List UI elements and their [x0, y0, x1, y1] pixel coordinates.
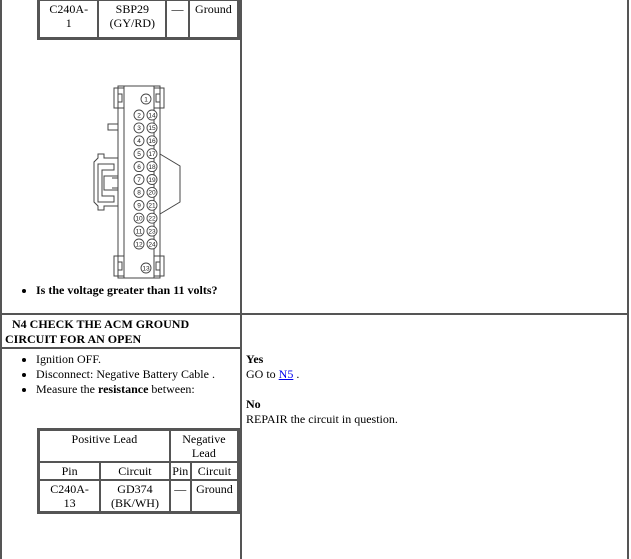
- table-subheader-row: Pin Circuit Pin Circuit: [39, 462, 238, 480]
- connector-pin-label: 4: [137, 138, 141, 145]
- instruction-item: Disconnect: Negative Battery Cable .: [36, 367, 215, 382]
- header-negative-lead: Negative Lead: [169, 430, 238, 462]
- subheader-circuit: Circuit: [100, 462, 170, 480]
- connector-pin-label: 24: [148, 241, 156, 248]
- yes-action: GO to N5 .: [246, 367, 300, 381]
- neg-pin-cell: —: [169, 480, 191, 512]
- neg-pin-cell: —: [166, 0, 189, 38]
- table-row: C240A- 1 SBP29 (GY/RD) — Ground: [39, 0, 238, 38]
- connector-pin-label: 6: [137, 164, 141, 171]
- pin-cell: C240A- 1: [39, 0, 99, 38]
- connector-pin-label: 23: [148, 228, 156, 235]
- connector-pin-label: 16: [148, 138, 156, 145]
- connector-pin-label: 21: [148, 203, 156, 210]
- connector-pin-label: 3: [137, 125, 141, 132]
- no-label: No: [246, 397, 261, 411]
- connector-pin-label: 10: [135, 216, 143, 223]
- row-divider-title: [0, 347, 242, 349]
- connector-pin-label: 22: [148, 216, 156, 223]
- subheader-pin: Pin: [39, 462, 101, 480]
- subheader-pin-negative: Pin: [169, 462, 191, 480]
- connector-pin-label: 2: [137, 112, 141, 119]
- connector-pin-label: 12: [135, 241, 143, 248]
- circuit-cell: SBP29 (GY/RD): [98, 0, 167, 38]
- connector-pin-label: 20: [148, 190, 156, 197]
- connector-pin-label: 5: [137, 151, 141, 158]
- connector-pin-label: 8: [137, 190, 141, 197]
- instruction-item: Measure the resistance between:: [36, 382, 215, 397]
- circuit-cell: GD374 (BK/WH): [100, 480, 170, 512]
- neg-circuit-cell: Ground: [188, 0, 238, 38]
- instruction-list: Ignition OFF. Disconnect: Negative Batte…: [0, 352, 215, 397]
- outer-border-right: [627, 0, 629, 559]
- row-divider-top: [0, 313, 629, 315]
- connector-pin-label: 19: [148, 177, 156, 184]
- resistance-table: Positive Lead Negative Lead Pin Circuit P…: [37, 428, 240, 514]
- table-header-row: Positive Lead Negative Lead: [39, 430, 238, 462]
- outer-border-left: [0, 0, 2, 559]
- connector-pin-label: 1: [144, 96, 148, 103]
- connector-pin-label: 15: [148, 125, 156, 132]
- question-item: Is the voltage greater than 11 volts?: [36, 283, 218, 298]
- pin-cell: C240A- 13: [39, 480, 101, 512]
- neg-circuit-cell: Ground: [190, 480, 238, 512]
- connector-pin-label: 13: [142, 265, 150, 272]
- instruction-item: Ignition OFF.: [36, 352, 215, 367]
- top-spec-table: C240A- 1 SBP29 (GY/RD) — Ground: [37, 0, 240, 40]
- column-divider: [240, 0, 242, 559]
- result-panel: Yes GO to N5 . No REPAIR the circuit in …: [246, 352, 398, 427]
- connector-pin-label: 11: [136, 228, 143, 235]
- subheader-circuit-negative: Circuit: [190, 462, 238, 480]
- connector-pin-label: 18: [148, 164, 156, 171]
- n5-link[interactable]: N5: [279, 367, 294, 381]
- header-positive-lead: Positive Lead: [39, 430, 170, 462]
- connector-pin-label: 7: [137, 177, 141, 184]
- question-list: Is the voltage greater than 11 volts?: [0, 283, 218, 298]
- yes-label: Yes: [246, 352, 264, 366]
- connector-pin-label: 14: [148, 112, 156, 119]
- connector-pin-label: 17: [148, 151, 156, 158]
- no-action: REPAIR the circuit in question.: [246, 412, 398, 426]
- connector-diagram: 12 143 154 165 176 187 198 209 2110 2211 2312 2413: [93, 85, 181, 279]
- step-title: N4 CHECK THE ACM GROUND CIRCUIT FOR AN O…: [5, 317, 190, 346]
- table-row: C240A- 13 GD374 (BK/WH) — Ground: [39, 480, 238, 512]
- connector-pin-label: 9: [137, 203, 141, 210]
